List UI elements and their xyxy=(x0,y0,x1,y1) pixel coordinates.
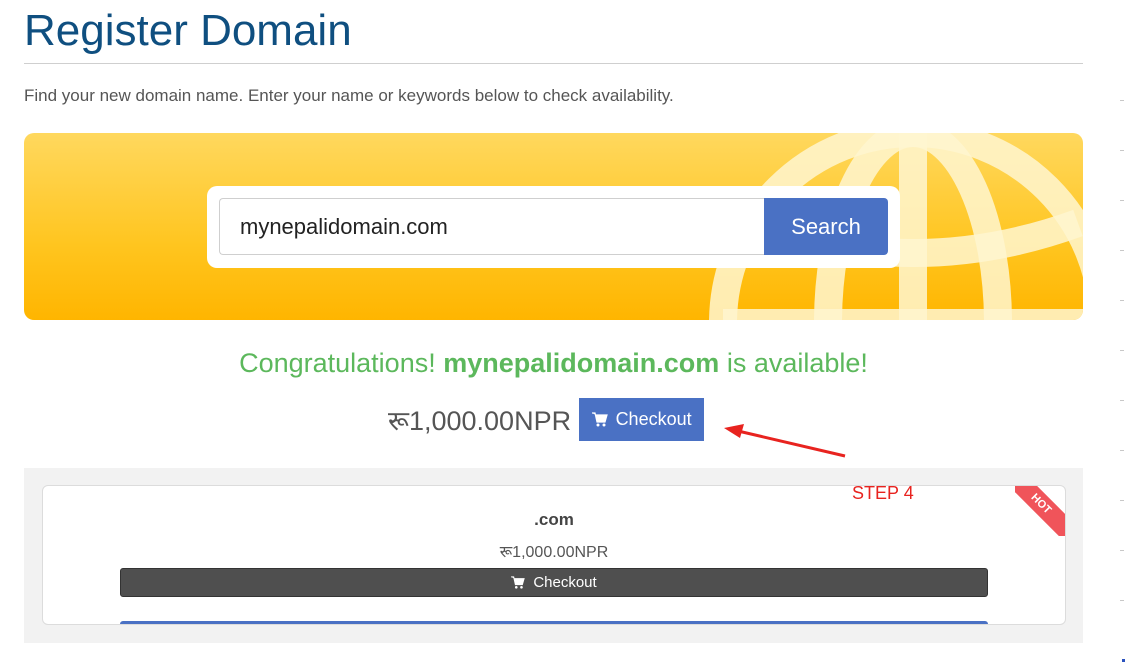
suggestion-price: रू1,000.00NPR xyxy=(499,544,609,561)
hot-ribbon: HOT xyxy=(1015,486,1065,536)
cart-icon xyxy=(591,412,608,427)
corner-marker xyxy=(1122,659,1125,662)
suggestion-card: .com रू1,000.00NPR Checkout HOT xyxy=(42,485,1066,625)
available-domain: mynepalidomain.com xyxy=(443,348,720,378)
suggestion-tld: .com xyxy=(534,510,574,529)
search-box: Search xyxy=(207,186,900,268)
arrow-annotation xyxy=(724,424,846,458)
partial-button[interactable] xyxy=(120,621,988,624)
congrats-prefix: Congratulations! xyxy=(239,348,436,378)
domain-search-input[interactable] xyxy=(219,198,765,255)
intro-text: Find your new domain name. Enter your na… xyxy=(24,86,674,105)
page-title: Register Domain xyxy=(24,6,352,55)
cart-icon xyxy=(511,576,526,589)
checkout-label: Checkout xyxy=(615,409,692,429)
availability-message: Congratulations! mynepalidomain.com is a… xyxy=(0,348,1107,379)
search-button[interactable]: Search xyxy=(764,198,888,255)
suggestion-checkout-button[interactable]: Checkout xyxy=(120,568,988,597)
congrats-suffix: is available! xyxy=(726,348,868,378)
step-label: STEP 4 xyxy=(852,483,914,503)
hot-badge: HOT xyxy=(1015,486,1065,536)
domain-price: रू1,000.00NPR xyxy=(388,406,572,436)
price-row: रू1,000.00NPR Checkout xyxy=(388,398,705,441)
checkout-button[interactable]: Checkout xyxy=(579,398,705,441)
title-divider xyxy=(24,63,1083,64)
right-edge-marks xyxy=(1116,95,1126,655)
suggestion-checkout-label: Checkout xyxy=(533,574,597,591)
